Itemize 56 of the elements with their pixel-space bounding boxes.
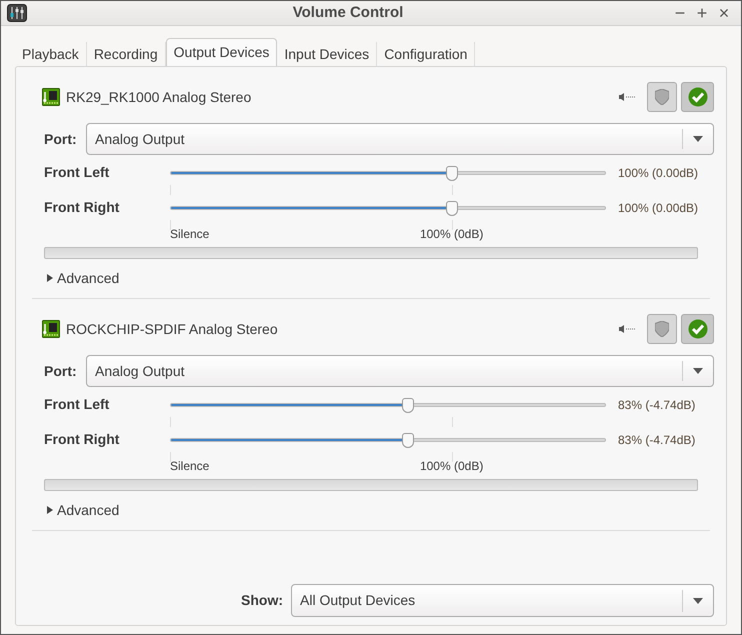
- volume-slider[interactable]: [170, 206, 606, 210]
- expander-arrow-icon: [46, 506, 53, 514]
- volume-reading: 100% (0.00dB): [618, 200, 698, 216]
- channel-label: Front Left: [44, 395, 110, 414]
- advanced-expander[interactable]: Advanced: [46, 501, 714, 519]
- slider-thumb[interactable]: [402, 398, 414, 412]
- port-label: Port:: [44, 362, 78, 380]
- scale-label: 100% (0dB): [420, 226, 484, 243]
- slider-thumb[interactable]: [446, 166, 458, 180]
- show-label: Show:: [241, 591, 283, 610]
- window-control-button[interactable]: ×: [713, 4, 735, 22]
- default-device-button[interactable]: [681, 82, 714, 112]
- port-dropdown[interactable]: Analog Output: [86, 123, 714, 155]
- port-value: Analog Output: [95, 362, 186, 381]
- channel-label: Front Right: [44, 198, 120, 217]
- channel-label: Front Right: [44, 430, 120, 449]
- device-name: RK29_RK1000 Analog Stereo: [66, 88, 252, 107]
- mute-button[interactable]: [647, 314, 677, 344]
- speaker-icon: [619, 93, 635, 101]
- dropdown-arrow-icon: [693, 598, 703, 604]
- mixer-app-icon: [7, 4, 27, 22]
- default-device-button[interactable]: [681, 314, 714, 344]
- scale-label: Silence: [170, 226, 210, 243]
- channel-label: Front Left: [44, 163, 110, 182]
- shield-icon: [655, 89, 669, 105]
- volume-reading: 83% (-4.74dB): [618, 432, 696, 448]
- slider-thumb[interactable]: [446, 200, 458, 216]
- checkmark-icon: [688, 87, 708, 107]
- shield-icon: [655, 321, 669, 337]
- dropdown-arrow-icon: [693, 136, 703, 142]
- scale-label: Silence: [170, 458, 210, 475]
- volume-slider[interactable]: [170, 170, 606, 174]
- sound-card-icon: [42, 320, 60, 338]
- sound-card-icon: [42, 88, 60, 106]
- dropdown-arrow-icon: [693, 368, 703, 374]
- checkmark-icon: [688, 319, 708, 339]
- window-control-button[interactable]: −: [669, 4, 691, 22]
- show-dropdown[interactable]: All Output Devices: [291, 584, 714, 617]
- tab[interactable]: Output Devices: [166, 38, 278, 66]
- speaker-icon: [619, 325, 635, 333]
- show-value: All Output Devices: [300, 591, 416, 610]
- port-label: Port:: [44, 130, 78, 148]
- port-dropdown[interactable]: Analog Output: [86, 355, 714, 387]
- volume-slider[interactable]: [170, 438, 606, 442]
- volume-slider[interactable]: [170, 402, 606, 406]
- expander-arrow-icon: [46, 274, 53, 282]
- window-title: Volume Control: [292, 2, 404, 23]
- volume-reading: 100% (0.00dB): [618, 164, 698, 182]
- volume-reading: 83% (-4.74dB): [618, 396, 696, 414]
- window-control-button[interactable]: +: [691, 4, 713, 22]
- scale-label: 100% (0dB): [420, 458, 484, 475]
- port-value: Analog Output: [95, 130, 186, 149]
- slider-thumb[interactable]: [402, 432, 414, 448]
- device-name: ROCKCHIP-SPDIF Analog Stereo: [66, 320, 278, 339]
- mute-button[interactable]: [647, 82, 677, 112]
- advanced-expander[interactable]: Advanced: [46, 269, 714, 287]
